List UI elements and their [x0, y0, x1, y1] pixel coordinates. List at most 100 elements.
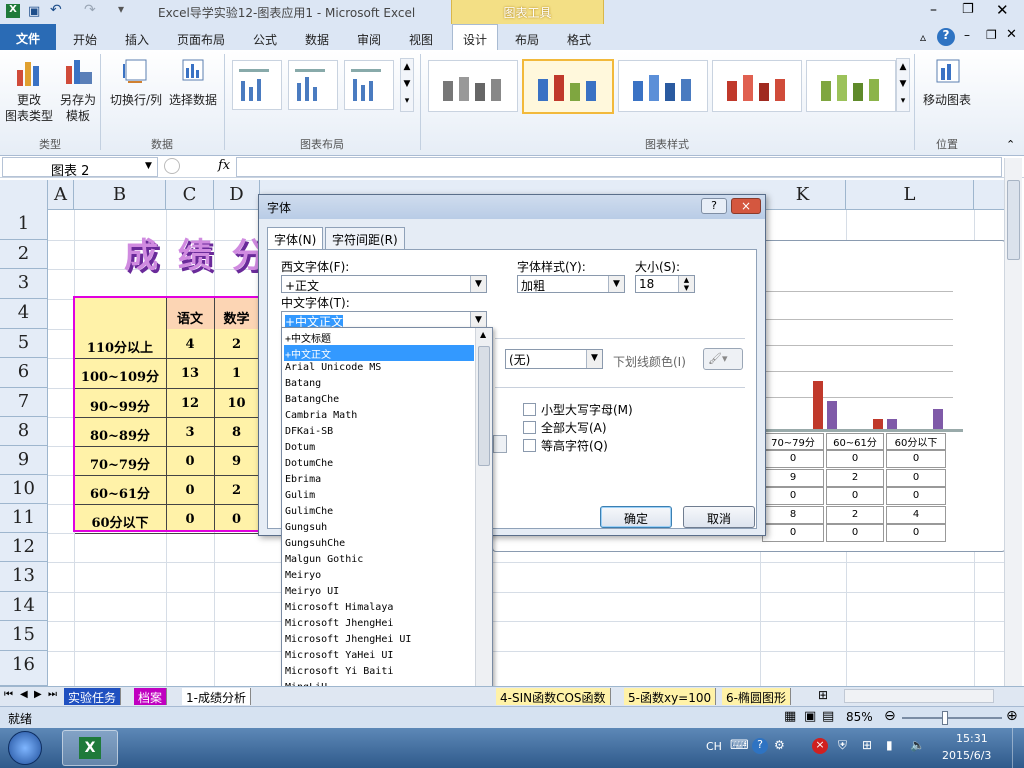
font-option[interactable]: Gungsuh — [284, 521, 474, 537]
font-option[interactable]: Meiryo — [284, 569, 474, 585]
font-option[interactable]: Gulim — [284, 489, 474, 505]
table-cell-math[interactable]: 0 — [214, 512, 259, 527]
row-header-16[interactable]: 16 — [0, 651, 48, 686]
tab-review[interactable]: 审阅 — [346, 26, 392, 50]
horizontal-scrollbar[interactable] — [844, 689, 994, 703]
redo-icon[interactable]: ↷ — [84, 2, 96, 18]
font-option[interactable]: GulimChe — [284, 505, 474, 521]
font-option[interactable]: Cambria Math — [284, 409, 474, 425]
font-option[interactable]: +中文正文 — [284, 345, 474, 361]
chart-layout-2[interactable] — [288, 60, 338, 110]
tab-format[interactable]: 格式 — [556, 26, 602, 50]
row-header-4[interactable]: 4 — [0, 299, 48, 329]
styles-scroll-icon[interactable]: ▲ ▼ ▾ — [896, 58, 910, 112]
dialog-close-button[interactable]: × — [731, 198, 761, 214]
layouts-scroll-icon[interactable]: ▲ ▼ ▾ — [400, 58, 414, 112]
font-option[interactable]: +中文标题 — [284, 329, 474, 345]
doc-restore-icon[interactable]: ❐ — [986, 28, 997, 42]
taskbar-excel-button[interactable]: X — [62, 730, 118, 766]
page-break-view-icon[interactable]: ▤ — [822, 709, 834, 724]
tab-page-layout[interactable]: 页面布局 — [168, 26, 234, 50]
col-header-l[interactable]: L — [846, 180, 974, 210]
row-header-12[interactable]: 12 — [0, 533, 48, 562]
table-cell-math[interactable]: 10 — [214, 396, 259, 411]
row-header-7[interactable]: 7 — [0, 388, 48, 417]
col-header-k[interactable]: K — [760, 180, 846, 210]
header-math[interactable]: 数学 — [214, 308, 259, 327]
zoom-level[interactable]: 85% — [846, 710, 873, 724]
collapse-ribbon-icon[interactable]: ▵ — [920, 30, 926, 44]
tab-font[interactable]: 字体(N) — [267, 227, 324, 251]
underline-select[interactable]: (无) ▼ — [505, 349, 603, 369]
dialog-help-button[interactable]: ? — [701, 198, 727, 214]
restore-icon[interactable]: ❐ — [962, 2, 974, 17]
table-cell-chinese[interactable]: 0 — [166, 483, 214, 498]
chart-layout-3[interactable] — [344, 60, 394, 110]
sheet-tab-task[interactable]: 实验任务 — [64, 688, 122, 705]
change-chart-type-button[interactable]: 更改 图表类型 — [4, 56, 54, 124]
table-row-label[interactable]: 110分以上 — [74, 337, 166, 356]
table-cell-chinese[interactable]: 13 — [166, 366, 214, 381]
col-header-c[interactable]: C — [166, 180, 214, 210]
doc-close-icon[interactable]: ✕ — [1006, 27, 1017, 42]
cancel-button[interactable]: 取消 — [683, 506, 755, 528]
table-cell-chinese[interactable]: 12 — [166, 396, 214, 411]
table-cell-math[interactable]: 9 — [214, 454, 259, 469]
table-cell-math[interactable]: 2 — [214, 337, 259, 352]
table-cell-chinese[interactable]: 3 — [166, 425, 214, 440]
sheet-nav-prev-icon[interactable]: ◀ — [20, 689, 28, 700]
zoom-out-icon[interactable]: ⊖ — [884, 708, 896, 724]
row-header-11[interactable]: 11 — [0, 504, 48, 533]
chart-style-red[interactable] — [712, 60, 802, 112]
ribbon-expand-icon[interactable]: ⌃ — [1006, 138, 1015, 151]
row-header-15[interactable]: 15 — [0, 621, 48, 651]
alert-tray-icon[interactable]: × — [812, 738, 828, 754]
col-header-a[interactable]: A — [48, 180, 74, 210]
western-font-select[interactable]: +正文 ▼ — [281, 275, 487, 293]
row-header-8[interactable]: 8 — [0, 417, 48, 446]
font-option[interactable]: Malgun Gothic — [284, 553, 474, 569]
row-header-3[interactable]: 3 — [0, 269, 48, 299]
col-header-d[interactable]: D — [214, 180, 260, 210]
select-all-corner[interactable] — [0, 180, 48, 210]
sheet-tab-ellipse[interactable]: 6-椭圆图形 — [722, 688, 791, 705]
vertical-scrollbar[interactable] — [1004, 158, 1022, 686]
dropdown-scrollbar[interactable]: ▲ ▼ — [475, 328, 492, 721]
row-header-2[interactable]: 2 — [0, 240, 48, 269]
tab-file[interactable]: 文件 — [0, 24, 56, 50]
sheet-nav-first-icon[interactable]: ⏮ — [4, 689, 13, 700]
font-option[interactable]: Microsoft YaHei UI — [284, 649, 474, 665]
table-cell-chinese[interactable]: 0 — [166, 454, 214, 469]
network-icon[interactable]: ▮ — [886, 738, 893, 752]
help-icon[interactable]: ? — [937, 28, 955, 46]
undo-icon[interactable]: ↶ — [50, 2, 62, 18]
table-row-label[interactable]: 60~61分 — [74, 483, 166, 502]
page-layout-view-icon[interactable]: ▣ — [804, 709, 816, 724]
font-option[interactable]: Meiryo UI — [284, 585, 474, 601]
table-cell-math[interactable]: 2 — [214, 483, 259, 498]
insert-sheet-icon[interactable]: ⊞ — [818, 688, 828, 702]
close-window-icon[interactable]: ✕ — [996, 1, 1009, 19]
tab-design[interactable]: 设计 — [452, 24, 498, 51]
save-icon[interactable]: ▣ — [28, 4, 40, 19]
font-option[interactable]: Microsoft Yi Baiti — [284, 665, 474, 681]
settings-tray-icon[interactable]: ⚙ — [774, 738, 785, 752]
zoom-slider[interactable] — [902, 717, 1002, 719]
sheet-tab-score-analysis[interactable]: 1-成绩分析 — [182, 688, 251, 705]
zoom-slider-thumb[interactable] — [942, 711, 948, 725]
underline-color-button[interactable]: 🖌▾ — [703, 348, 743, 370]
all-caps-checkbox[interactable] — [523, 421, 536, 434]
sheet-tab-sin-cos[interactable]: 4-SIN函数COS函数 — [496, 688, 611, 705]
table-row-label[interactable]: 70~79分 — [74, 454, 166, 473]
row-header-1[interactable]: 1 — [0, 210, 48, 240]
font-option[interactable]: Microsoft JhengHei UI — [284, 633, 474, 649]
sheet-tab-xy[interactable]: 5-函数xy=100 — [624, 688, 717, 705]
size-input[interactable]: 18 ▲ ▼ — [635, 275, 695, 293]
tab-character-spacing[interactable]: 字符间距(R) — [325, 227, 405, 249]
table-cell-math[interactable]: 8 — [214, 425, 259, 440]
zoom-in-icon[interactable]: ⊕ — [1006, 708, 1018, 724]
table-cell-math[interactable]: 1 — [214, 366, 259, 381]
minimize-icon[interactable]: – — [930, 2, 937, 18]
select-data-button[interactable]: 选择数据 — [166, 56, 220, 108]
font-option[interactable]: Microsoft Himalaya — [284, 601, 474, 617]
